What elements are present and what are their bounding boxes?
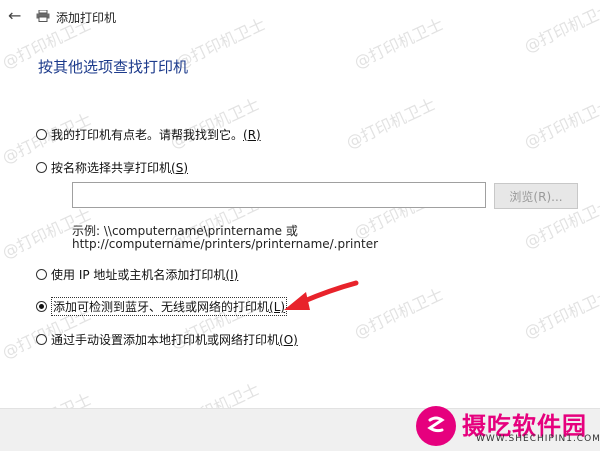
radio-button-selected[interactable] (36, 301, 47, 312)
option-manual-settings[interactable]: 通过手动设置添加本地打印机或网络打印机 (O) (36, 331, 298, 348)
radio-button[interactable] (36, 269, 47, 280)
watermark: @打印机卫士 (521, 284, 600, 343)
site-logo: 摄吃软件园 WWW.SHECHIPIN1.COM (408, 404, 600, 446)
option-ip-address[interactable]: 使用 IP 地址或主机名添加打印机 (I) (36, 266, 238, 283)
option-label: 通过手动设置添加本地打印机或网络打印机 (51, 333, 280, 347)
option-label: 按名称选择共享打印机 (51, 161, 172, 175)
printer-icon (36, 10, 50, 22)
radio-button[interactable] (36, 162, 47, 173)
focus-outline: 添加可检测到蓝牙、无线或网络的打印机(L) (51, 297, 288, 316)
watermark: @打印机卫士 (343, 94, 439, 153)
example-line-2: http://computername/printers/printername… (72, 237, 379, 251)
option-key: (I) (225, 267, 239, 282)
radio-button[interactable] (36, 334, 47, 345)
watermark: @打印机卫士 (521, 94, 600, 153)
printer-name-input[interactable] (72, 182, 486, 208)
option-key: (R) (243, 127, 261, 142)
option-key: (S) (171, 160, 188, 175)
option-old-printer[interactable]: 我的打印机有点老。请帮我找到它。 (R) (36, 126, 261, 143)
page-title: 按其他选项查找打印机 (38, 58, 189, 76)
logo-mark-icon (427, 416, 445, 433)
arrow-left-icon[interactable]: ← (8, 7, 21, 25)
option-bluetooth-wireless-network[interactable]: 添加可检测到蓝牙、无线或网络的打印机(L) (36, 297, 288, 316)
option-label: 使用 IP 地址或主机名添加打印机 (51, 268, 226, 282)
watermark: @打印机卫士 (351, 284, 447, 343)
option-shared-by-name[interactable]: 按名称选择共享打印机 (S) (36, 159, 188, 176)
watermark: @打印机卫士 (167, 94, 263, 153)
title-bar: ← 添加打印机 (0, 0, 600, 34)
logo-url: WWW.SHECHIPIN1.COM (476, 434, 600, 444)
red-arrow-annotation (284, 280, 359, 310)
browse-button[interactable]: 浏览(R)... (494, 183, 578, 209)
option-key: (O) (279, 332, 298, 347)
radio-button[interactable] (36, 129, 47, 140)
option-label: 添加可检测到蓝牙、无线或网络的打印机 (53, 300, 270, 314)
window-title: 添加打印机 (56, 11, 117, 25)
option-label: 我的打印机有点老。请帮我找到它。 (51, 128, 244, 142)
